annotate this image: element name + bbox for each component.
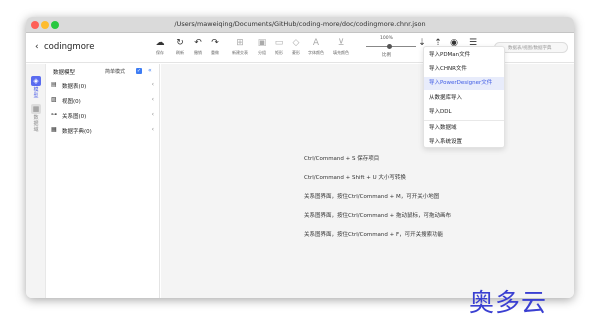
sidebar-item-diagrams[interactable]: ⊶ 关系图(0) ‹ — [51, 110, 158, 122]
sidebar-item-tables[interactable]: ▤ 数据表(0) ‹ — [51, 80, 158, 92]
simple-mode-checkbox[interactable]: ✓ — [136, 68, 142, 74]
shortcut-tip: Ctrl/Command + S 保存项目 — [304, 156, 380, 162]
chevron-left-icon: ‹ — [151, 126, 154, 133]
fill-color-label: 填充颜色 — [333, 50, 349, 55]
menu-item-import-chnr[interactable]: 导入CHNR文件 — [424, 63, 504, 76]
font-color-label: 字体颜色 — [308, 50, 324, 55]
table-icon: ▤ — [51, 81, 57, 88]
diagram-icon: ⊶ — [51, 111, 57, 118]
watermark-logo: 奥多云 — [469, 288, 548, 317]
refresh-icon: ↻ — [176, 38, 184, 48]
diamond-button[interactable]: ◇ 菱形 — [286, 37, 306, 56]
new-table-icon: ⊞ — [236, 38, 244, 48]
zoom-value: 100% — [380, 36, 393, 41]
menu-item-import-powerdesigner[interactable]: 导入PowerDesigner文件 — [424, 77, 504, 90]
zoom-slider-thumb[interactable] — [387, 44, 392, 49]
welcome-canvas: Ctrl/Command + S 保存项目 Ctrl/Command + Shi… — [161, 64, 574, 298]
search-placeholder: 数据表/视图/数据字典 — [508, 46, 552, 51]
font-color-button[interactable]: A 字体颜色 — [306, 37, 326, 56]
shortcut-tip: 关系图界面，按住Ctrl/Command + M，可开关小地图 — [304, 194, 440, 200]
diamond-icon: ◇ — [292, 38, 300, 48]
new-table-label: 新建交表 — [232, 50, 248, 55]
menu-item-import-domains[interactable]: 导入数据域 — [424, 122, 504, 135]
model-sidebar: 数据模型 简单模式 ✓ « ▤ 数据表(0) ‹ ▨ 视图(0) ‹ ⊶ 关系图… — [47, 64, 160, 298]
sidebar-item-label: 关系图(0) — [62, 114, 87, 120]
font-color-icon: A — [312, 38, 320, 48]
sidebar-title: 数据模型 — [53, 70, 76, 76]
chevron-left-icon: ‹ — [151, 96, 154, 103]
save-label: 保存 — [156, 50, 164, 55]
rail-item-domain[interactable]: ▦ 数据域 — [28, 104, 44, 133]
sidebar-item-views[interactable]: ▨ 视图(0) ‹ — [51, 95, 158, 107]
rail-item-domain-label: 数据域 — [33, 115, 39, 133]
menu-item-import-database[interactable]: 从数据库导入 — [424, 92, 504, 105]
fill-color-button[interactable]: ⊻ 填充颜色 — [331, 37, 351, 56]
simple-mode-label: 简单模式 — [105, 69, 126, 75]
left-rail: ◈ 模型 ▦ 数据域 — [26, 64, 46, 298]
refresh-label: 刷新 — [176, 50, 184, 55]
sidebar-item-dictionary[interactable]: ▦ 数据字典(0) ‹ — [51, 125, 158, 137]
window-title: /Users/maweiqing/Documents/GitHub/coding… — [174, 20, 426, 28]
zoom-label: 比例 — [382, 53, 391, 58]
back-icon[interactable]: ‹ — [35, 42, 39, 52]
diamond-label: 菱形 — [292, 50, 300, 55]
chevron-left-icon: ‹ — [151, 111, 154, 118]
domain-icon: ▦ — [31, 104, 41, 114]
menu-item-import-pdman[interactable]: 导入PDMan文件 — [424, 49, 504, 62]
menu-item-import-ddl[interactable]: 导入DDL — [424, 106, 504, 119]
dictionary-icon: ▦ — [51, 126, 57, 133]
new-table-button[interactable]: ⊞ 新建交表 — [230, 37, 250, 56]
cloud-save-icon: ☁ — [155, 38, 165, 48]
view-icon: ▨ — [51, 96, 57, 103]
shortcut-tip: 关系图界面，按住Ctrl/Command + 拖动鼠标，可拖动画布 — [304, 213, 452, 219]
menu-divider — [424, 120, 504, 121]
redo-icon: ↷ — [211, 38, 219, 48]
rail-item-model-label: 模型 — [33, 87, 39, 99]
project-name: codingmore — [44, 42, 95, 52]
chevron-left-icon: ‹ — [151, 81, 154, 88]
refresh-button[interactable]: ↻ 刷新 — [170, 37, 190, 56]
shortcut-tip: 关系图界面，按住Ctrl/Command + F，可开关搜索功能 — [304, 232, 444, 238]
app-window: /Users/maweiqing/Documents/GitHub/coding… — [26, 17, 574, 298]
title-bar: /Users/maweiqing/Documents/GitHub/coding… — [26, 17, 574, 33]
shortcut-tip: Ctrl/Command + Shift + U 大小写转换 — [304, 175, 406, 181]
fill-color-icon: ⊻ — [337, 38, 345, 48]
redo-label: 重做 — [211, 50, 219, 55]
model-icon: ◈ — [31, 76, 41, 86]
rail-item-model[interactable]: ◈ 模型 — [28, 76, 44, 99]
sidebar-item-label: 数据表(0) — [62, 84, 87, 90]
collapse-sidebar-icon[interactable]: « — [148, 67, 152, 74]
sidebar-item-label: 视图(0) — [62, 99, 81, 105]
search-input[interactable]: ⌕ 数据表/视图/数据字典 — [494, 42, 568, 53]
import-dropdown-menu: 导入PDMan文件 导入CHNR文件 导入PowerDesigner文件 从数据… — [423, 46, 505, 148]
redo-button[interactable]: ↷ 重做 — [205, 37, 225, 56]
sidebar-item-label: 数据字典(0) — [62, 129, 92, 135]
menu-item-import-settings[interactable]: 导入系统设置 — [424, 136, 504, 149]
save-button[interactable]: ☁ 保存 — [150, 37, 170, 56]
